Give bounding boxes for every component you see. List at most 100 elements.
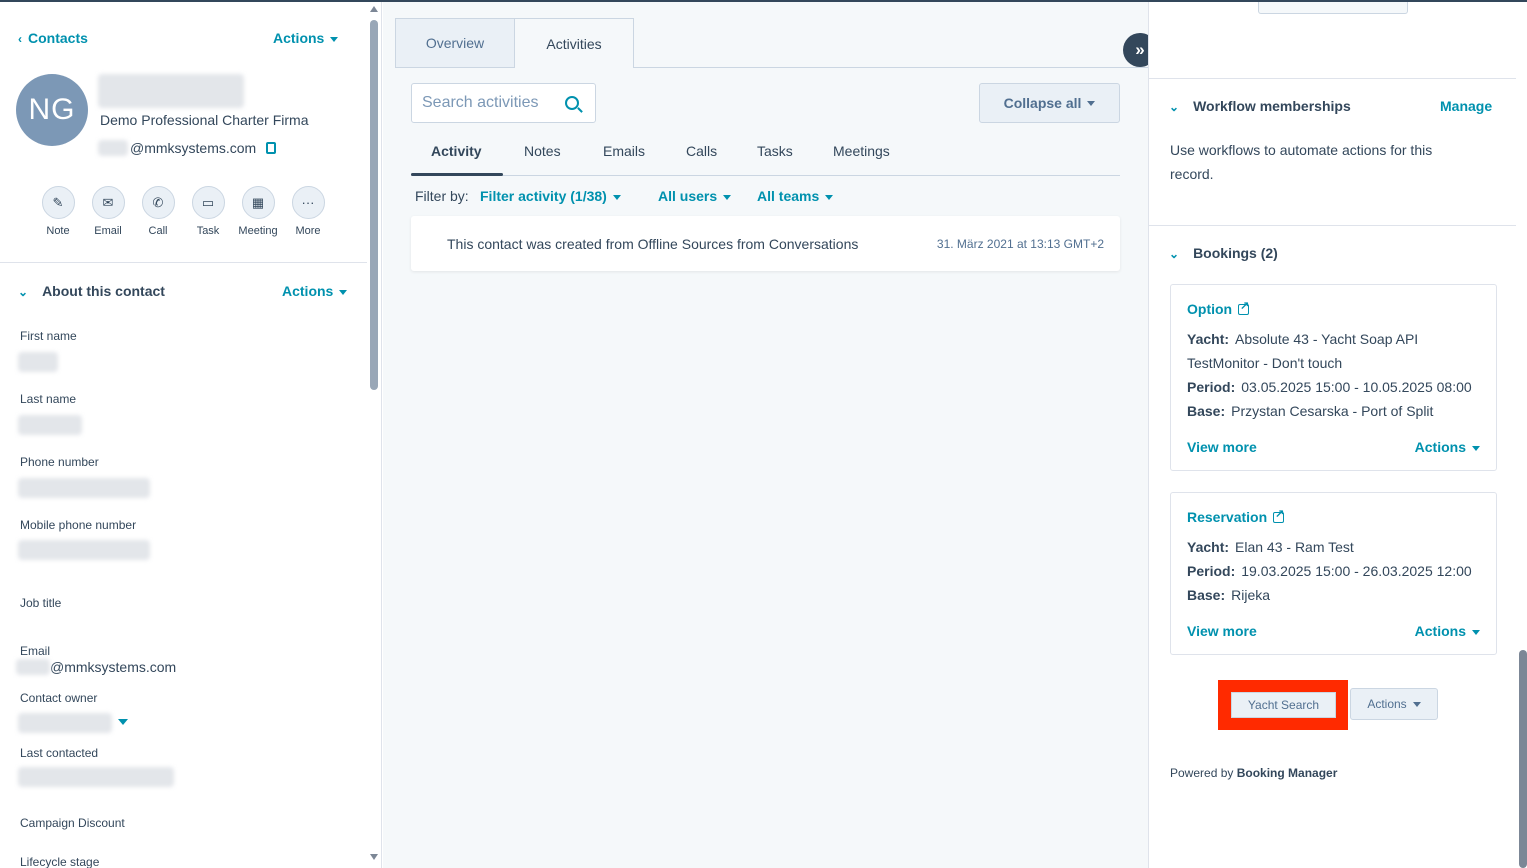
subtab-calls[interactable]: Calls <box>686 143 717 159</box>
chevron-down-icon: ⌄ <box>18 285 29 299</box>
filter-activity-dropdown[interactable]: Filter activity (1/38) <box>480 188 621 204</box>
subtab-activity[interactable]: Activity <box>431 143 482 159</box>
view-more-link[interactable]: View more <box>1187 439 1257 455</box>
header-actions-dropdown[interactable]: Actions <box>273 30 339 46</box>
left-scrollbar[interactable] <box>367 2 381 868</box>
booking-title-link[interactable]: Option <box>1187 299 1249 318</box>
subtab-emails[interactable]: Emails <box>603 143 645 159</box>
calendar-icon: ▦ <box>241 186 275 219</box>
call-action[interactable]: ✆ Call <box>133 186 183 237</box>
phone-label: Phone number <box>20 455 99 469</box>
more-action[interactable]: ··· More <box>283 186 333 237</box>
job-title-label: Job title <box>20 596 62 610</box>
company-name: Demo Professional Charter Firma <box>100 112 309 128</box>
caret-down-icon <box>339 289 348 295</box>
booking-card: Reservation Yacht:Elan 43 - Ram Test Per… <box>1170 492 1497 655</box>
scroll-down-icon[interactable] <box>370 854 378 860</box>
chevron-down-icon: ⌄ <box>1169 247 1180 261</box>
last-name-value[interactable] <box>18 415 82 435</box>
activity-card[interactable]: This contact was created from Offline So… <box>411 216 1120 271</box>
more-icon: ··· <box>291 186 325 219</box>
caret-down-icon <box>330 36 339 42</box>
search-icon <box>565 96 579 110</box>
external-link-icon <box>1273 507 1284 523</box>
last-contacted-label: Last contacted <box>20 746 99 760</box>
actions-dropdown-button[interactable]: Actions <box>1350 688 1438 720</box>
manage-workflows-link[interactable]: Manage <box>1440 98 1492 114</box>
subtab-meetings[interactable]: Meetings <box>833 143 890 159</box>
workflow-section-toggle[interactable]: ⌄ Workflow memberships <box>1169 98 1351 114</box>
mobile-value[interactable] <box>18 540 150 560</box>
first-name-label: First name <box>20 329 77 343</box>
email-redacted-part <box>16 659 50 675</box>
bookings-section-toggle[interactable]: ⌄ Bookings (2) <box>1169 245 1278 261</box>
caret-down-icon <box>612 194 621 200</box>
active-subtab-indicator <box>411 173 503 176</box>
filter-label: Filter by: <box>415 188 469 204</box>
back-to-contacts-link[interactable]: ‹ Contacts <box>18 30 88 46</box>
workflow-description: Use workflows to automate actions for th… <box>1170 142 1433 182</box>
first-name-value[interactable] <box>18 352 58 372</box>
view-more-link[interactable]: View more <box>1187 623 1257 639</box>
divider <box>0 262 367 263</box>
about-actions-dropdown[interactable]: Actions <box>282 283 348 299</box>
owner-label: Contact owner <box>20 691 98 705</box>
meeting-action[interactable]: ▦ Meeting <box>233 186 283 237</box>
email-value[interactable]: @mmksystems.com <box>16 659 176 675</box>
all-teams-dropdown[interactable]: All teams <box>757 188 834 204</box>
caret-down-icon <box>1412 701 1421 707</box>
booking-title-link[interactable]: Reservation <box>1187 507 1284 526</box>
email-action[interactable]: ✉ Email <box>83 186 133 237</box>
caret-down-icon[interactable] <box>118 719 128 725</box>
booking-period: Period: 19.03.2025 15:00 - 26.03.2025 12:… <box>1187 563 1472 579</box>
task-action[interactable]: ▭ Task <box>183 186 233 237</box>
phone-icon: ✆ <box>141 186 175 219</box>
subtab-border <box>411 175 1120 176</box>
contact-name-redacted <box>98 74 244 108</box>
scrollbar-thumb[interactable] <box>370 20 378 390</box>
last-name-label: Last name <box>20 392 77 406</box>
about-section-toggle[interactable]: ⌄ About this contact <box>18 283 165 299</box>
external-link-icon <box>1238 299 1249 315</box>
note-action[interactable]: ✎ Note <box>33 186 83 237</box>
subtab-tasks[interactable]: Tasks <box>757 143 793 159</box>
email-label: Email <box>20 644 51 658</box>
tab-activities[interactable]: Activities <box>514 18 634 68</box>
yacht-search-button[interactable]: Yacht Search <box>1231 692 1336 718</box>
powered-by: Powered by Booking Manager <box>1170 766 1338 780</box>
envelope-icon: ✉ <box>91 186 125 219</box>
copy-icon[interactable] <box>266 142 277 154</box>
caret-down-icon <box>1472 445 1480 451</box>
previous-card-button-edge[interactable] <box>1258 2 1408 14</box>
caret-down-icon <box>723 194 732 200</box>
campaign-label: Campaign Discount <box>20 816 125 830</box>
scrollbar-thumb[interactable] <box>1519 650 1527 868</box>
tab-overview[interactable]: Overview <box>395 18 515 68</box>
last-contacted-value[interactable] <box>18 767 174 787</box>
owner-value[interactable] <box>18 713 112 733</box>
task-icon: ▭ <box>191 186 225 219</box>
avatar: NG <box>16 74 88 146</box>
right-sidebar: ⌄ Workflow memberships Manage Use workflo… <box>1148 2 1527 868</box>
chevron-left-icon: ‹ <box>18 32 22 46</box>
activity-timestamp: 31. März 2021 at 13:13 GMT+2 <box>936 237 1104 251</box>
divider <box>1149 78 1516 79</box>
booking-base: Base: Przystan Cesarska - Port of Split <box>1187 403 1434 419</box>
contact-email: @mmksystems.com <box>98 140 277 156</box>
booking-period: Period: 03.05.2025 15:00 - 10.05.2025 08:… <box>1187 379 1472 395</box>
subtab-notes[interactable]: Notes <box>524 143 561 159</box>
collapse-all-button[interactable]: Collapse all <box>979 83 1120 123</box>
phone-value[interactable] <box>18 478 150 498</box>
right-scrollbar[interactable] <box>1517 2 1527 868</box>
caret-down-icon <box>1472 629 1480 635</box>
booking-actions-dropdown[interactable]: Actions <box>1415 623 1480 639</box>
scroll-up-icon[interactable] <box>370 6 378 12</box>
mobile-label: Mobile phone number <box>20 518 137 532</box>
booking-yacht: Yacht: Absolute 43 - Yacht Soap API TestM… <box>1187 331 1419 371</box>
chevron-down-icon: ⌄ <box>1169 100 1180 114</box>
all-users-dropdown[interactable]: All users <box>658 188 732 204</box>
divider <box>1149 225 1516 226</box>
booking-actions-dropdown[interactable]: Actions <box>1415 439 1480 455</box>
activity-text: This contact was created from Offline So… <box>447 236 859 252</box>
search-input[interactable]: Search activities <box>411 83 596 123</box>
